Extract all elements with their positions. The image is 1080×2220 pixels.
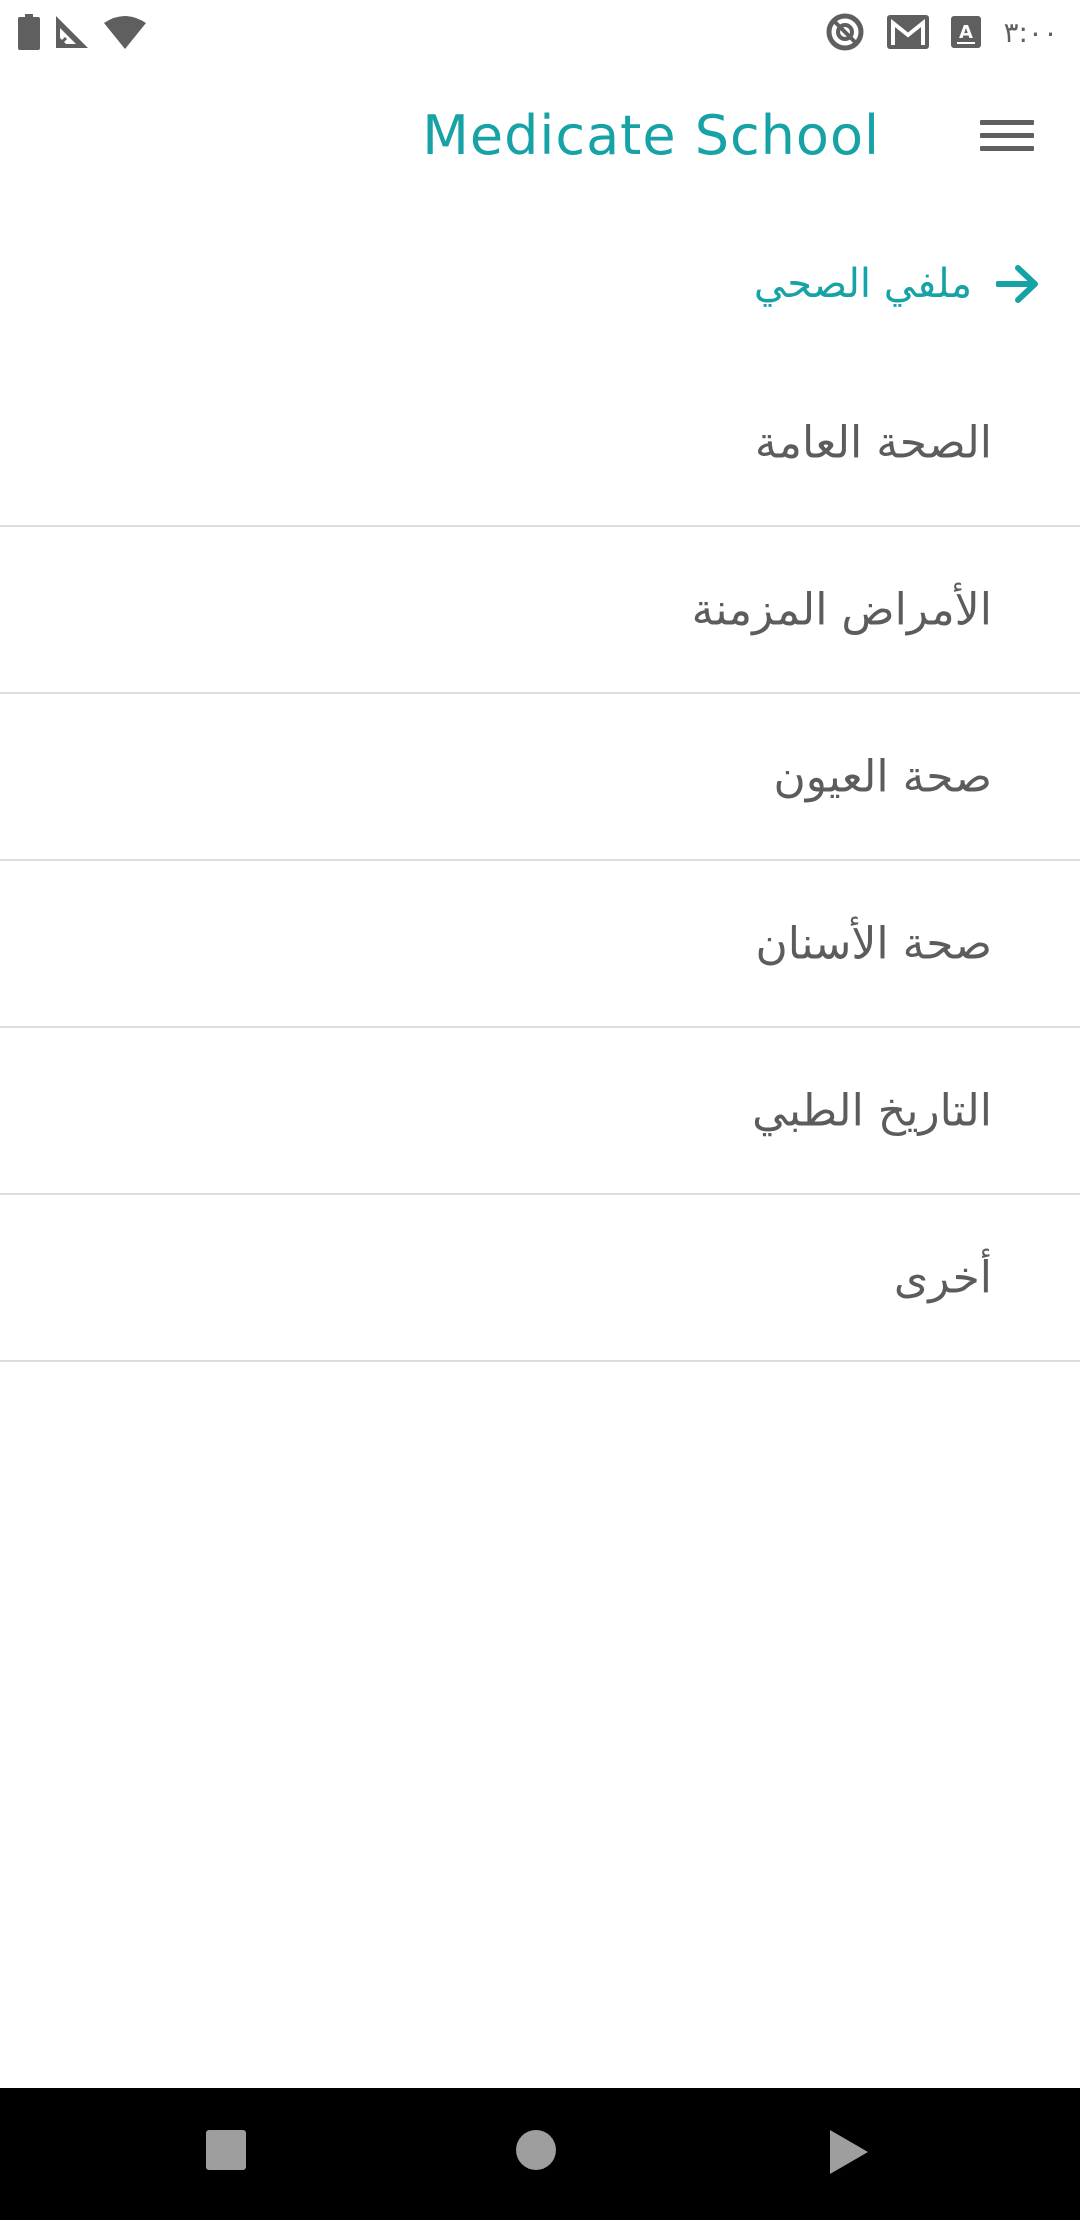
home-icon bbox=[514, 2128, 566, 2172]
app-title: Medicate School bbox=[422, 104, 880, 167]
hamburger-menu-icon-bar bbox=[980, 133, 1034, 138]
menu-item-label: صحة الأسنان bbox=[755, 918, 992, 969]
back-icon bbox=[826, 2128, 878, 2176]
home-button[interactable] bbox=[514, 2128, 566, 2180]
do-not-disturb-icon bbox=[825, 12, 865, 52]
hamburger-menu-button[interactable] bbox=[980, 114, 1036, 160]
system-navigation-bar bbox=[0, 2088, 1080, 2220]
menu-item-label: التاريخ الطبي bbox=[752, 1085, 992, 1136]
menu-item-label: الصحة العامة bbox=[754, 417, 992, 468]
health-category-list: الصحة العامة الأمراض المزمنة صحة العيون … bbox=[0, 360, 1080, 1362]
menu-item-eye-health[interactable]: صحة العيون bbox=[0, 694, 1080, 861]
recents-button[interactable] bbox=[204, 2128, 256, 2180]
signal-off-icon bbox=[54, 14, 90, 50]
app-bar: Medicate School bbox=[0, 64, 1080, 216]
menu-item-label: صحة العيون bbox=[773, 751, 992, 802]
svg-text:A: A bbox=[959, 22, 973, 43]
status-icons-right: A ٣:٠٠ bbox=[825, 12, 1058, 52]
recents-icon bbox=[204, 2128, 256, 2172]
screen: A ٣:٠٠ Medicate School ملفي الصحي الصحة bbox=[0, 0, 1080, 2220]
menu-item-dental-health[interactable]: صحة الأسنان bbox=[0, 861, 1080, 1028]
menu-item-label: الأمراض المزمنة bbox=[691, 584, 992, 635]
status-time: ٣:٠٠ bbox=[1003, 15, 1058, 49]
arrow-right-icon bbox=[996, 264, 1040, 304]
gmail-icon bbox=[887, 15, 930, 49]
my-health-profile-label: ملفي الصحي bbox=[753, 261, 972, 307]
battery-icon bbox=[18, 14, 40, 50]
back-button[interactable] bbox=[826, 2128, 878, 2180]
menu-item-other[interactable]: أخرى bbox=[0, 1195, 1080, 1362]
keyboard-a-icon: A bbox=[951, 16, 982, 48]
wifi-icon bbox=[104, 15, 146, 49]
my-health-profile-link[interactable]: ملفي الصحي bbox=[754, 248, 1040, 320]
menu-item-medical-history[interactable]: التاريخ الطبي bbox=[0, 1028, 1080, 1195]
hamburger-menu-icon bbox=[980, 120, 1034, 125]
menu-item-label: أخرى bbox=[893, 1252, 992, 1303]
hamburger-menu-icon-bar bbox=[980, 146, 1034, 151]
menu-item-general-health[interactable]: الصحة العامة bbox=[0, 360, 1080, 527]
menu-item-chronic-diseases[interactable]: الأمراض المزمنة bbox=[0, 527, 1080, 694]
status-icons-left bbox=[18, 12, 146, 52]
status-bar: A ٣:٠٠ bbox=[0, 0, 1080, 64]
